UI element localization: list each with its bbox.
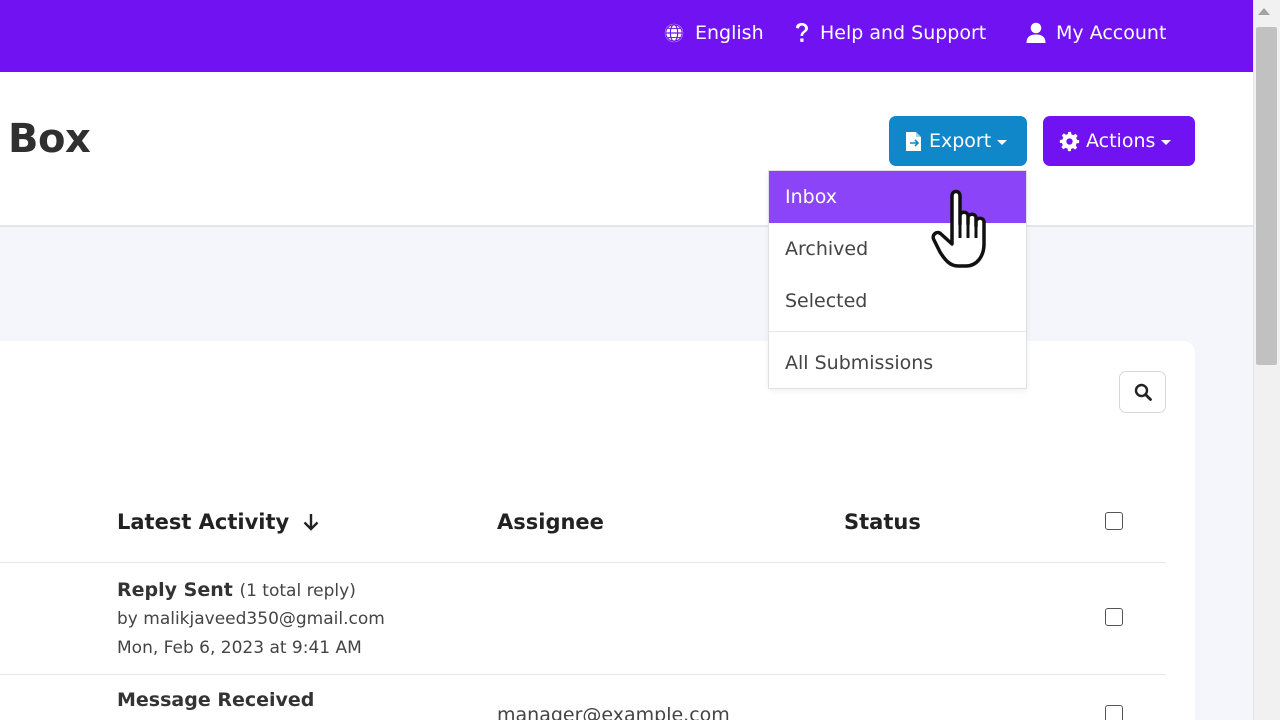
help-support-link[interactable]: Help and Support [794, 22, 986, 44]
menu-divider [769, 331, 1026, 332]
language-selector[interactable]: English [663, 22, 764, 44]
globe-icon [664, 23, 684, 43]
column-header-latest-activity[interactable]: Latest Activity [117, 510, 321, 534]
row-divider [0, 674, 1166, 675]
my-account-label: My Account [1056, 22, 1167, 44]
header-divider [0, 562, 1166, 563]
help-support-label: Help and Support [820, 22, 987, 44]
scrollbar-thumb[interactable] [1256, 27, 1277, 365]
actions-button[interactable]: Actions [1043, 116, 1195, 166]
column-header-assignee[interactable]: Assignee [497, 510, 604, 534]
menu-item-all-submissions[interactable]: All Submissions [769, 337, 1026, 389]
gear-icon [1059, 131, 1080, 151]
menu-item-selected[interactable]: Selected [769, 275, 1026, 327]
hand-pointer-cursor [931, 189, 986, 268]
row-checkbox[interactable] [1105, 608, 1123, 626]
select-all-checkbox[interactable] [1105, 512, 1123, 530]
page-title: Box [8, 116, 91, 162]
sort-arrow-down-icon [303, 514, 318, 531]
export-button[interactable]: Export [889, 116, 1027, 166]
activity-detail: (1 total reply) [239, 581, 356, 601]
row-activity-title[interactable]: Reply Sent (1 total reply) [117, 579, 356, 601]
export-label: Export [929, 130, 992, 152]
activity-author: by malikjaveed350@gmail.com [117, 609, 385, 629]
actions-label: Actions [1086, 130, 1156, 152]
activity-type: Reply Sent [117, 579, 233, 601]
language-label: English [695, 22, 764, 44]
search-button[interactable] [1119, 371, 1166, 413]
activity-type: Message Received [117, 689, 315, 711]
my-account-link[interactable]: My Account [1026, 22, 1166, 44]
scroll-up-arrow-icon[interactable] [1258, 8, 1270, 15]
question-icon [796, 23, 808, 42]
chevron-down-icon [997, 139, 1008, 145]
row-activity-title[interactable]: Message Received [117, 689, 314, 711]
activity-date: Mon, Feb 6, 2023 at 9:41 AM [117, 638, 362, 658]
column-label: Latest Activity [117, 510, 290, 534]
row-checkbox[interactable] [1105, 705, 1123, 720]
search-icon [1134, 383, 1152, 401]
column-header-status[interactable]: Status [844, 510, 921, 534]
chevron-down-icon [1161, 139, 1172, 145]
user-icon [1026, 22, 1046, 43]
assignee-value: manager@example.com [497, 704, 730, 720]
file-export-icon [906, 131, 921, 151]
